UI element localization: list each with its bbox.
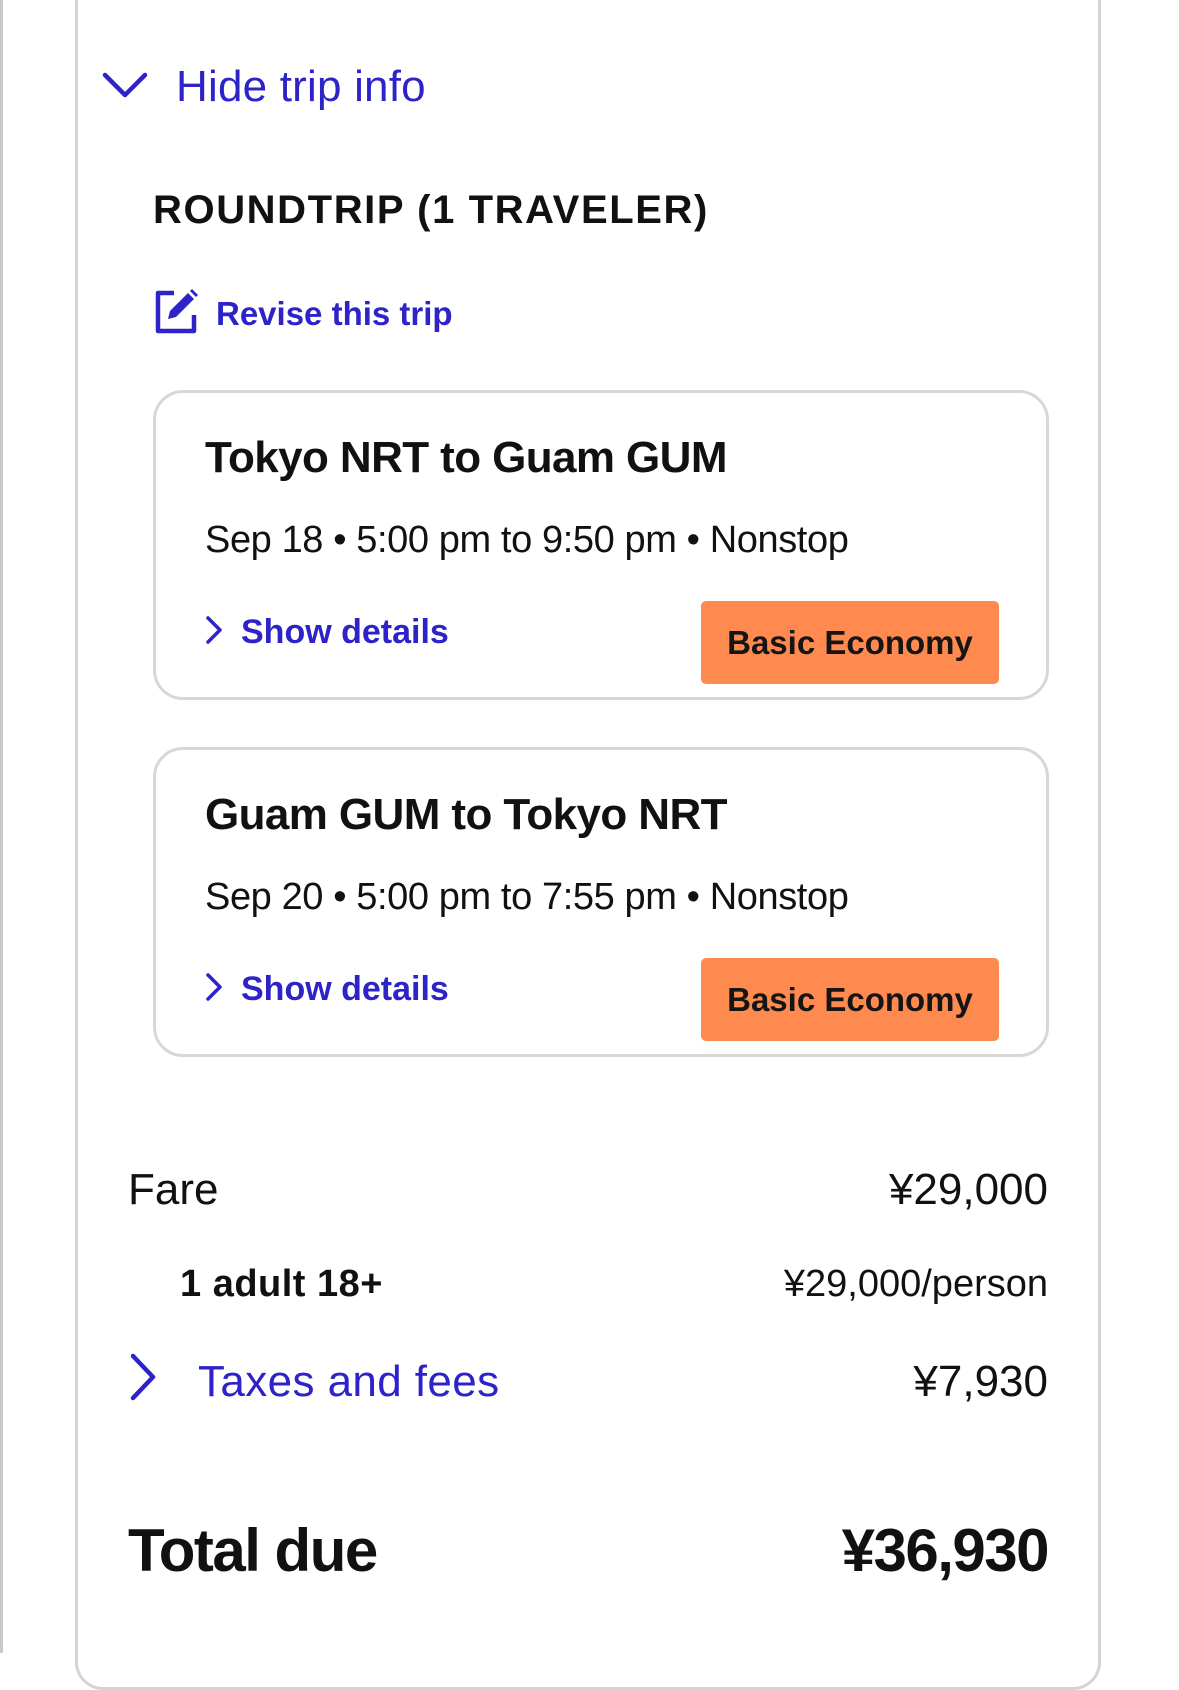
revise-trip-label: Revise this trip xyxy=(216,294,453,332)
chevron-right-icon xyxy=(128,1352,158,1413)
chevron-right-icon xyxy=(205,972,223,1007)
hide-trip-info-toggle[interactable]: Hide trip info xyxy=(102,52,426,122)
fare-class-badge: Basic Economy xyxy=(701,958,999,1041)
flight-card-return: Guam GUM to Tokyo NRT Sep 20 • 5:00 pm t… xyxy=(153,747,1049,1057)
traveler-value: ¥29,000/person xyxy=(783,1262,1048,1305)
trip-type-heading: ROUNDTRIP (1 TRAVELER) xyxy=(153,188,709,232)
flight-route: Guam GUM to Tokyo NRT xyxy=(205,790,728,839)
chevron-right-icon xyxy=(205,615,223,650)
flight-schedule: Sep 20 • 5:00 pm to 7:55 pm • Nonstop xyxy=(205,876,849,918)
edit-icon xyxy=(152,287,200,340)
taxes-label: Taxes and fees xyxy=(198,1357,500,1406)
fare-label: Fare xyxy=(128,1165,219,1214)
total-label: Total due xyxy=(128,1516,378,1584)
revise-trip-link[interactable]: Revise this trip xyxy=(152,287,453,340)
show-details-label: Show details xyxy=(241,970,449,1008)
flight-card-outbound: Tokyo NRT to Guam GUM Sep 18 • 5:00 pm t… xyxy=(153,390,1049,700)
chevron-down-icon xyxy=(102,71,148,104)
traveler-row: 1 adult 18+ ¥29,000/person xyxy=(128,1254,1048,1314)
show-details-label: Show details xyxy=(241,613,449,651)
total-row: Total due ¥36,930 xyxy=(128,1510,1050,1590)
flight-route: Tokyo NRT to Guam GUM xyxy=(205,433,728,482)
page-edge xyxy=(0,0,3,1653)
fare-row: Fare ¥29,000 xyxy=(128,1160,1048,1220)
fare-class-badge: Basic Economy xyxy=(701,601,999,684)
hide-trip-info-label: Hide trip info xyxy=(176,62,426,111)
fare-value: ¥29,000 xyxy=(888,1165,1048,1214)
show-details-link[interactable]: Show details xyxy=(205,970,449,1009)
taxes-value: ¥7,930 xyxy=(913,1357,1048,1406)
traveler-label: 1 adult 18+ xyxy=(180,1262,383,1305)
flight-schedule: Sep 18 • 5:00 pm to 9:50 pm • Nonstop xyxy=(205,519,849,561)
taxes-row: Taxes and fees ¥7,930 xyxy=(128,1350,1048,1414)
total-value: ¥36,930 xyxy=(841,1516,1050,1584)
taxes-toggle[interactable]: Taxes and fees xyxy=(128,1352,500,1413)
show-details-link[interactable]: Show details xyxy=(205,613,449,652)
